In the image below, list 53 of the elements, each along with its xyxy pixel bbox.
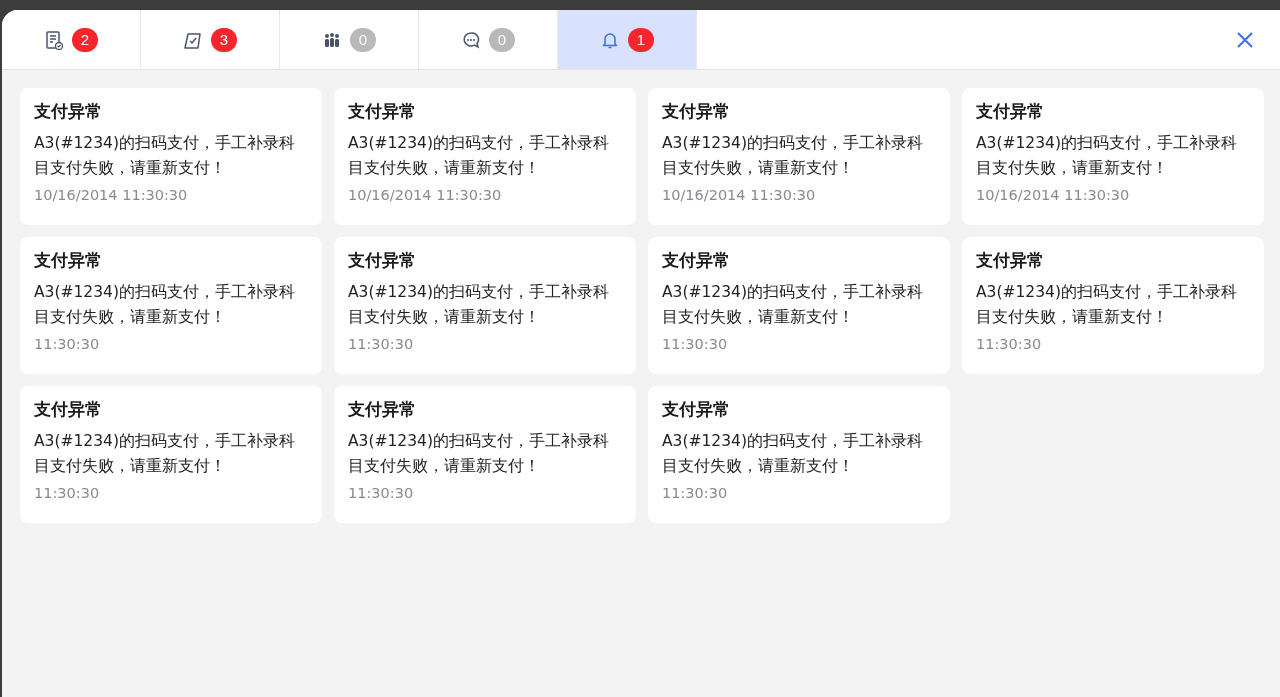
notification-time: 11:30:30: [662, 336, 729, 352]
count-badge: 0: [489, 27, 515, 52]
notification-time: 10/16/2014 11:30:30: [348, 187, 503, 203]
notification-card[interactable]: 支付异常 A3(#1234)的扫码支付，手工补录科目支付失败，请重新支付！ 11:30:30: [20, 237, 322, 374]
count-badge: 3: [211, 27, 237, 52]
document-icon: [44, 29, 64, 50]
notification-card[interactable]: 支付异常 A3(#1234)的扫码支付，手工补录科目支付失败，请重新支付！ 11:30:30: [334, 237, 636, 374]
notification-title: 支付异常: [34, 100, 103, 123]
notification-title: 支付异常: [662, 398, 731, 421]
notification-message: A3(#1234)的扫码支付，手工补录科目支付失败，请重新支付！: [662, 282, 924, 328]
tab[interactable]: 2: [2, 10, 141, 69]
notification-card[interactable]: 支付异常 A3(#1234)的扫码支付，手工补录科目支付失败，请重新支付！ 10/16/2014 11:30:30: [20, 88, 322, 225]
notification-time: 11:30:30: [662, 485, 729, 501]
notification-title: 支付异常: [348, 249, 417, 272]
count-badge: 0: [350, 27, 376, 52]
notification-message: A3(#1234)的扫码支付，手工补录科目支付失败，请重新支付！: [34, 431, 296, 477]
notification-message: A3(#1234)的扫码支付，手工补录科目支付失败，请重新支付！: [34, 282, 296, 328]
notification-time: 10/16/2014 11:30:30: [662, 187, 817, 203]
count-badge: 1: [628, 27, 654, 52]
notification-message: A3(#1234)的扫码支付，手工补录科目支付失败，请重新支付！: [348, 282, 610, 328]
notification-title: 支付异常: [976, 100, 1045, 123]
notification-message: A3(#1234)的扫码支付，手工补录科目支付失败，请重新支付！: [976, 282, 1238, 328]
notification-title: 支付异常: [348, 100, 417, 123]
notification-card[interactable]: 支付异常 A3(#1234)的扫码支付，手工补录科目支付失败，请重新支付！ 10/16/2014 11:30:30: [334, 88, 636, 225]
notification-title: 支付异常: [34, 249, 103, 272]
notification-card[interactable]: 支付异常 A3(#1234)的扫码支付，手工补录科目支付失败，请重新支付！ 10/16/2014 11:30:30: [648, 88, 950, 225]
notification-message: A3(#1234)的扫码支付，手工补录科目支付失败，请重新支付！: [976, 133, 1238, 179]
notification-card[interactable]: 支付异常 A3(#1234)的扫码支付，手工补录科目支付失败，请重新支付！ 10/16/2014 11:30:30: [962, 88, 1264, 225]
tab[interactable]: 1: [558, 10, 697, 69]
notification-message: A3(#1234)的扫码支付，手工补录科目支付失败，请重新支付！: [34, 133, 296, 179]
notification-card[interactable]: 支付异常 A3(#1234)的扫码支付，手工补录科目支付失败，请重新支付！ 11:30:30: [962, 237, 1264, 374]
notification-title: 支付异常: [976, 249, 1045, 272]
notification-message: A3(#1234)的扫码支付，手工补录科目支付失败，请重新支付！: [348, 133, 610, 179]
chat-bubble-icon: [461, 29, 481, 50]
notification-card[interactable]: 支付异常 A3(#1234)的扫码支付，手工补录科目支付失败，请重新支付！ 11:30:30: [334, 386, 636, 523]
count-badge: 2: [72, 27, 98, 52]
notification-message: A3(#1234)的扫码支付，手工补录科目支付失败，请重新支付！: [662, 431, 924, 477]
notification-title: 支付异常: [662, 249, 731, 272]
notification-card[interactable]: 支付异常 A3(#1234)的扫码支付，手工补录科目支付失败，请重新支付！ 11:30:30: [648, 237, 950, 374]
notification-time: 10/16/2014 11:30:30: [976, 187, 1131, 203]
notification-card[interactable]: 支付异常 A3(#1234)的扫码支付，手工补录科目支付失败，请重新支付！ 11:30:30: [20, 386, 322, 523]
notification-time: 11:30:30: [348, 336, 415, 352]
notification-time: 11:30:30: [34, 485, 101, 501]
notification-message: A3(#1234)的扫码支付，手工补录科目支付失败，请重新支付！: [662, 133, 924, 179]
notification-message: A3(#1234)的扫码支付，手工补录科目支付失败，请重新支付！: [348, 431, 610, 477]
notification-time: 11:30:30: [976, 336, 1043, 352]
notification-title: 支付异常: [662, 100, 731, 123]
notification-time: 11:30:30: [348, 485, 415, 501]
notification-title: 支付异常: [34, 398, 103, 421]
notification-time: 11:30:30: [34, 336, 101, 352]
notification-time: 10/16/2014 11:30:30: [34, 187, 189, 203]
notification-title: 支付异常: [348, 398, 417, 421]
notification-card[interactable]: 支付异常 A3(#1234)的扫码支付，手工补录科目支付失败，请重新支付！ 11:30:30: [648, 386, 950, 523]
